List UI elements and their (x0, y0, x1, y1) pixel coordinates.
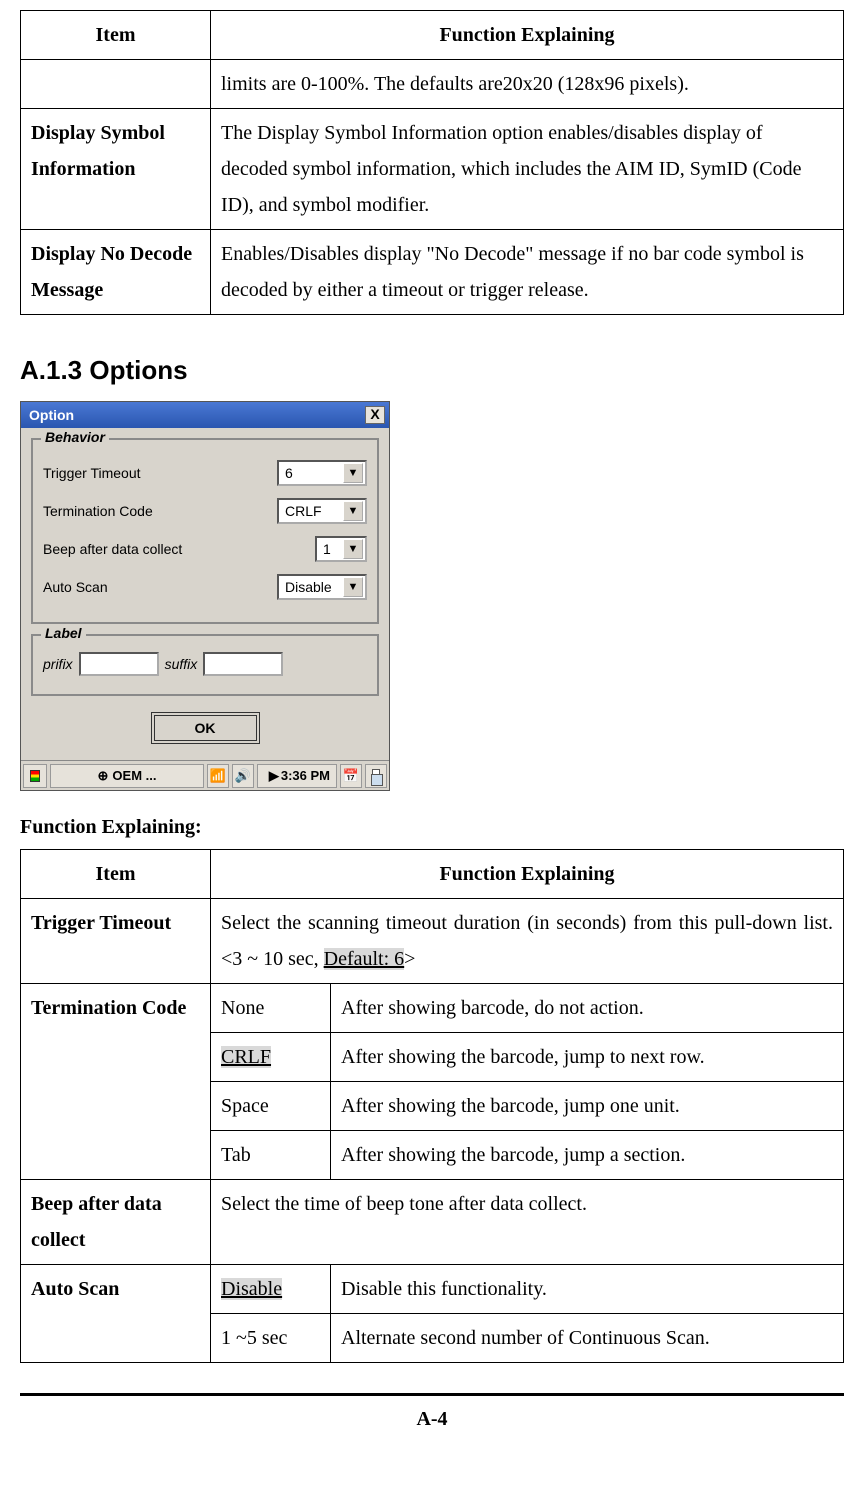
cell-item: Termination Code (21, 984, 211, 1180)
beep-value: 1 (323, 541, 343, 557)
chevron-down-icon: ▼ (343, 577, 363, 597)
cell-code: 1 ~5 sec (211, 1314, 331, 1363)
dialog-title: Option (29, 407, 74, 423)
cell-item: Trigger Timeout (21, 899, 211, 984)
cell-item: Display Symbol Information (21, 109, 211, 230)
close-button[interactable]: X (365, 406, 385, 424)
chevron-down-icon: ▼ (343, 539, 363, 559)
taskbar-clock[interactable]: ▶3:36 PM (257, 764, 337, 788)
auto-scan-combo[interactable]: Disable ▼ (277, 574, 367, 600)
network-icon[interactable]: 📶 (207, 764, 229, 788)
trigger-timeout-value: 6 (285, 465, 343, 481)
cell-code: None (211, 984, 331, 1033)
table-row: Display No Decode Message Enables/Disabl… (21, 230, 844, 315)
termination-code-label: Termination Code (43, 503, 277, 519)
cell-code: Space (211, 1082, 331, 1131)
table-decode-options: Item Function Explaining limits are 0-10… (20, 10, 844, 315)
beep-label: Beep after data collect (43, 541, 315, 557)
cell-explain: limits are 0-100%. The defaults are20x20… (211, 60, 844, 109)
th-item: Item (21, 850, 211, 899)
trigger-timeout-combo[interactable]: 6 ▼ (277, 460, 367, 486)
cell-code: Tab (211, 1131, 331, 1180)
table-row: Beep after data collect Select the time … (21, 1180, 844, 1265)
cell-desc: Disable this functionality. (331, 1265, 844, 1314)
function-explaining-label: Function Explaining: (20, 816, 844, 839)
cell-desc: Alternate second number of Continuous Sc… (331, 1314, 844, 1363)
page-footer: A-4 (20, 1393, 844, 1431)
beep-combo[interactable]: 1 ▼ (315, 536, 367, 562)
beep-row: Beep after data collect 1 ▼ (43, 534, 367, 564)
th-item: Item (21, 11, 211, 60)
cell-item: Auto Scan (21, 1265, 211, 1363)
cell-explain: Select the time of beep tone after data … (211, 1180, 844, 1265)
cell-desc: After showing the barcode, jump one unit… (331, 1082, 844, 1131)
prefix-input[interactable] (79, 652, 159, 676)
auto-scan-value: Disable (285, 579, 343, 595)
cell-item: Beep after data collect (21, 1180, 211, 1265)
behavior-legend: Behavior (41, 429, 109, 445)
cell-explain: Enables/Disables display "No Decode" mes… (211, 230, 844, 315)
chevron-down-icon: ▼ (343, 501, 363, 521)
table-row: limits are 0-100%. The defaults are20x20… (21, 60, 844, 109)
behavior-fieldset: Behavior Trigger Timeout 6 ▼ Termination… (31, 438, 379, 624)
label-fieldset: Label prifix suffix (31, 634, 379, 696)
cell-item: Display No Decode Message (21, 230, 211, 315)
trigger-timeout-label: Trigger Timeout (43, 465, 277, 481)
ok-button[interactable]: OK (151, 712, 260, 744)
termination-code-combo[interactable]: CRLF ▼ (277, 498, 367, 524)
cell-code: CRLF (211, 1033, 331, 1082)
desktop-icon[interactable] (365, 764, 387, 788)
suffix-label: suffix (165, 656, 198, 672)
trigger-timeout-row: Trigger Timeout 6 ▼ (43, 458, 367, 488)
cell-explain: The Display Symbol Information option en… (211, 109, 844, 230)
taskbar: ⊕OEM ... 📶 🔊 ▶3:36 PM 📅 (21, 760, 389, 790)
table-row: Trigger Timeout Select the scanning time… (21, 899, 844, 984)
table-row: Auto Scan Disable Disable this functiona… (21, 1265, 844, 1314)
dialog-titlebar: Option X (21, 402, 389, 428)
taskbar-oem-button[interactable]: ⊕OEM ... (50, 764, 204, 788)
section-heading: A.1.3 Options (20, 355, 844, 386)
termination-code-value: CRLF (285, 503, 343, 519)
calendar-icon[interactable]: 📅 (340, 764, 362, 788)
table-row: Display Symbol Information The Display S… (21, 109, 844, 230)
cell-desc: After showing barcode, do not action. (331, 984, 844, 1033)
table-row: Termination Code None After showing barc… (21, 984, 844, 1033)
th-explain: Function Explaining (211, 850, 844, 899)
option-dialog-screenshot: Option X Behavior Trigger Timeout 6 ▼ Te… (20, 401, 390, 791)
th-explain: Function Explaining (211, 11, 844, 60)
cell-desc: After showing the barcode, jump a sectio… (331, 1131, 844, 1180)
prefix-label: prifix (43, 656, 73, 672)
cell-code: Disable (211, 1265, 331, 1314)
suffix-input[interactable] (203, 652, 283, 676)
chevron-down-icon: ▼ (343, 463, 363, 483)
volume-icon[interactable]: 🔊 (232, 764, 254, 788)
start-flag-icon[interactable] (23, 764, 47, 788)
table-options-explain: Item Function Explaining Trigger Timeout… (20, 849, 844, 1363)
auto-scan-row: Auto Scan Disable ▼ (43, 572, 367, 602)
termination-code-row: Termination Code CRLF ▼ (43, 496, 367, 526)
auto-scan-label: Auto Scan (43, 579, 277, 595)
cell-item (21, 60, 211, 109)
cell-explain: Select the scanning timeout duration (in… (211, 899, 844, 984)
cell-desc: After showing the barcode, jump to next … (331, 1033, 844, 1082)
label-legend: Label (41, 625, 86, 641)
